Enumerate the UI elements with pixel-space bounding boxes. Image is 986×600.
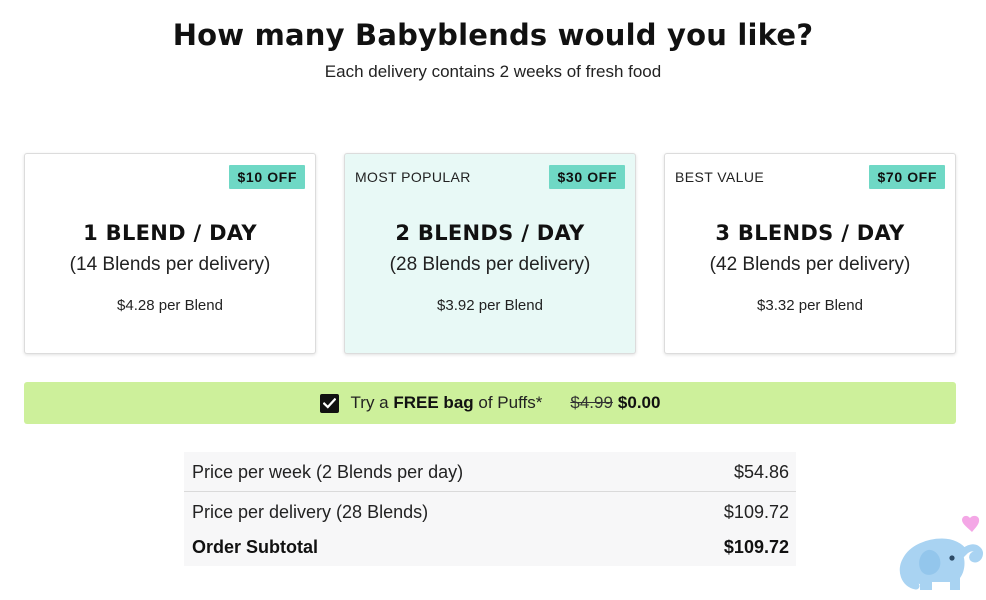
page-title: How many Babyblends would you like?: [172, 18, 814, 52]
plan-card-2-blends[interactable]: MOST POPULAR $30 OFF 2 BLENDS / DAY (28 …: [344, 153, 636, 354]
plan-subtitle: (42 Blends per delivery): [709, 254, 911, 275]
puffs-free-label: FREE bag: [393, 393, 474, 412]
plan-options: $10 OFF 1 BLEND / DAY (14 Blends per del…: [24, 153, 956, 354]
plan-price-per-blend: $4.28 per Blend: [117, 297, 223, 314]
puffs-checkbox[interactable]: [319, 393, 339, 413]
summary-value: $109.72: [723, 536, 789, 557]
discount-badge: $70 OFF: [868, 165, 945, 189]
elephant-icon[interactable]: [898, 512, 984, 594]
summary-row-subtotal: Order Subtotal $109.72: [184, 528, 796, 566]
puffs-new-price: $0.00: [617, 393, 661, 412]
plan-card-1-blend[interactable]: $10 OFF 1 BLEND / DAY (14 Blends per del…: [24, 153, 316, 354]
plan-card-3-blends[interactable]: BEST VALUE $70 OFF 3 BLENDS / DAY (42 Bl…: [664, 153, 956, 354]
plan-price-per-blend: $3.92 per Blend: [437, 297, 543, 314]
summary-label: Price per week (2 Blends per day): [192, 462, 464, 482]
summary-label: Price per delivery (28 Blends): [192, 501, 429, 522]
heart-icon: [962, 515, 980, 532]
plan-title: 1 BLEND / DAY: [83, 221, 257, 245]
page-subtitle: Each delivery contains 2 weeks of fresh …: [324, 62, 662, 81]
page-header: How many Babyblends would you like? Each…: [0, 18, 986, 82]
plan-tag: BEST VALUE: [675, 169, 765, 185]
plan-title: 2 BLENDS / DAY: [395, 221, 585, 245]
discount-badge: $10 OFF: [228, 165, 305, 189]
summary-value: $109.72: [723, 501, 789, 522]
summary-row-delivery: Price per delivery (28 Blends) $109.72: [184, 493, 796, 531]
plan-tag: MOST POPULAR: [355, 169, 471, 185]
check-icon: [322, 397, 336, 409]
puffs-old-price: $4.99: [570, 393, 613, 412]
order-summary: Price per week (2 Blends per day) $54.86…: [184, 452, 796, 566]
discount-badge: $30 OFF: [548, 165, 625, 189]
free-puffs-offer[interactable]: Try a FREE bag of Puffs* $4.99 $0.00: [24, 382, 956, 424]
plan-price-per-blend: $3.32 per Blend: [757, 297, 863, 314]
puffs-prefix: Try a: [350, 393, 389, 412]
summary-label: Order Subtotal: [192, 536, 319, 557]
plan-subtitle: (14 Blends per delivery): [69, 254, 271, 275]
plan-title: 3 BLENDS / DAY: [715, 221, 905, 245]
summary-value: $54.86: [733, 462, 789, 482]
plan-subtitle: (28 Blends per delivery): [389, 254, 591, 275]
summary-row-weekly: Price per week (2 Blends per day) $54.86: [184, 454, 796, 492]
puffs-suffix: of Puffs*: [478, 393, 543, 412]
